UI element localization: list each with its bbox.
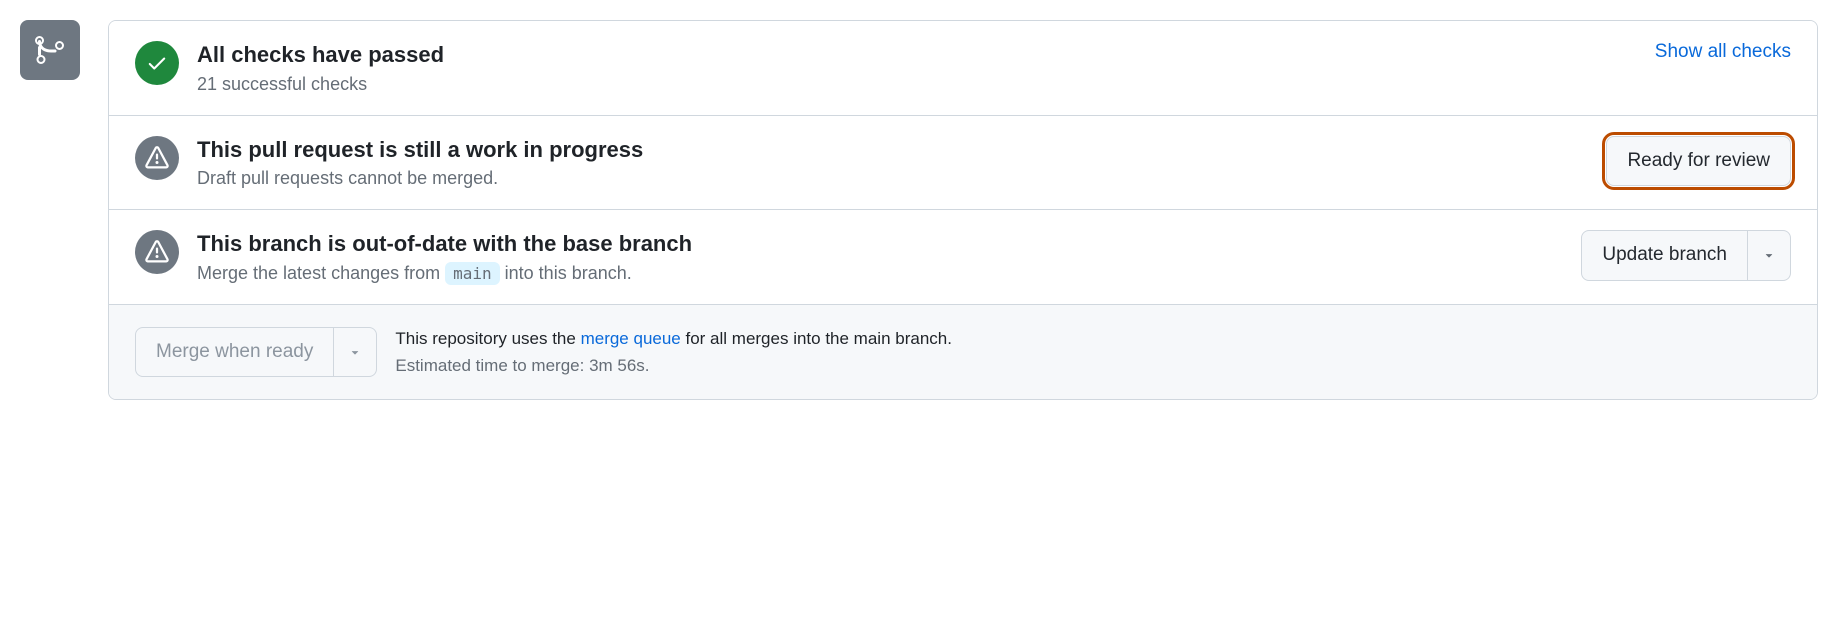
draft-subtitle: Draft pull requests cannot be merged. [197, 168, 1588, 189]
merge-when-ready-button-group: Merge when ready [135, 327, 377, 378]
footer-line1-prefix: This repository uses the [395, 329, 580, 348]
draft-body: This pull request is still a work in pro… [197, 136, 1588, 190]
footer-line1-suffix: for all merges into the main branch. [681, 329, 952, 348]
outdated-section: This branch is out-of-date with the base… [109, 210, 1817, 305]
merge-when-ready-button[interactable]: Merge when ready [135, 327, 334, 378]
merge-queue-link[interactable]: merge queue [581, 329, 681, 348]
checks-section: All checks have passed 21 successful che… [109, 21, 1817, 116]
draft-status-circle [135, 136, 179, 180]
footer-line2-time: 3m 56s. [589, 356, 649, 375]
alert-icon [145, 146, 169, 170]
merge-when-ready-dropdown-button[interactable] [334, 327, 377, 378]
outdated-status-circle [135, 230, 179, 274]
draft-title: This pull request is still a work in pro… [197, 136, 1588, 165]
outdated-sub-suffix: into this branch. [500, 263, 632, 283]
merge-status-box: All checks have passed 21 successful che… [108, 20, 1818, 400]
checks-subtitle: 21 successful checks [197, 74, 1637, 95]
checks-body: All checks have passed 21 successful che… [197, 41, 1637, 95]
success-status-circle [135, 41, 179, 85]
draft-section: This pull request is still a work in pro… [109, 116, 1817, 211]
outdated-sub-prefix: Merge the latest changes from [197, 263, 445, 283]
merge-estimate-line: Estimated time to merge: 3m 56s. [395, 352, 952, 379]
outdated-title: This branch is out-of-date with the base… [197, 230, 1563, 259]
outdated-subtitle: Merge the latest changes from main into … [197, 263, 1563, 284]
merge-footer-section: Merge when ready This repository uses th… [109, 305, 1817, 399]
ready-for-review-button[interactable]: Ready for review [1606, 136, 1791, 187]
show-all-checks-link[interactable]: Show all checks [1655, 41, 1791, 62]
git-merge-icon [34, 34, 66, 66]
outdated-body: This branch is out-of-date with the base… [197, 230, 1563, 284]
pr-merge-panel: All checks have passed 21 successful che… [20, 20, 1818, 400]
triangle-down-icon [348, 345, 362, 359]
triangle-down-icon [1762, 248, 1776, 262]
update-branch-button-group: Update branch [1581, 230, 1791, 281]
merge-footer-text: This repository uses the merge queue for… [395, 325, 952, 379]
alert-icon [145, 240, 169, 264]
check-icon [146, 52, 168, 74]
update-branch-button[interactable]: Update branch [1581, 230, 1748, 281]
merge-queue-line: This repository uses the merge queue for… [395, 325, 952, 352]
base-branch-name: main [445, 262, 500, 285]
git-merge-timeline-badge [20, 20, 80, 80]
update-branch-dropdown-button[interactable] [1748, 230, 1791, 281]
footer-line2-prefix: Estimated time to merge: [395, 356, 589, 375]
checks-title: All checks have passed [197, 41, 1637, 70]
